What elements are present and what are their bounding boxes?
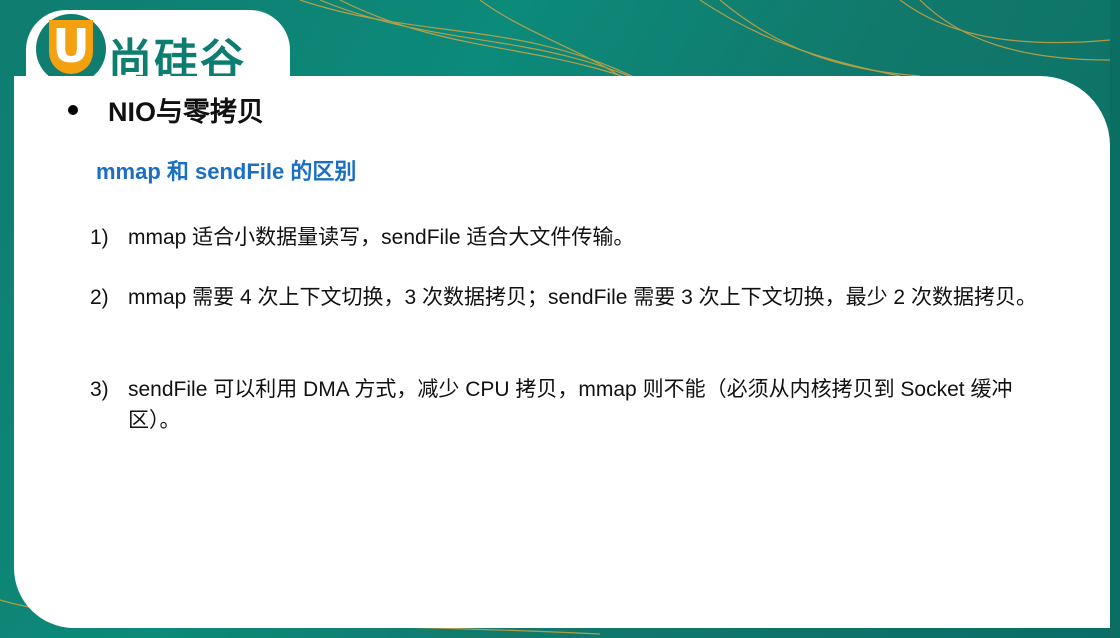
slide-heading: NIO与零拷贝: [68, 90, 264, 129]
heading-text: NIO与零拷贝: [108, 97, 265, 127]
list-item: 3) sendFile 可以利用 DMA 方式，减少 CPU 拷贝，mmap 则…: [90, 374, 1050, 436]
item-text: sendFile 可以利用 DMA 方式，减少 CPU 拷贝，mmap 则不能（…: [128, 378, 1013, 432]
item-number: 1): [90, 226, 109, 249]
subheading: mmap 和 sendFile 的区别: [96, 159, 357, 184]
item-text: mmap 适合小数据量读写，sendFile 适合大文件传输。: [128, 226, 635, 249]
item-number: 2): [90, 286, 109, 309]
list-item: 1) mmap 适合小数据量读写，sendFile 适合大文件传输。: [90, 222, 1050, 253]
bullet-icon: [68, 104, 78, 115]
list-item: 2) mmap 需要 4 次上下文切换，3 次数据拷贝；sendFile 需要 …: [90, 282, 1050, 313]
right-edge-strip: [1110, 0, 1120, 638]
item-text: mmap 需要 4 次上下文切换，3 次数据拷贝；sendFile 需要 3 次…: [128, 286, 1037, 309]
logo-mark: U: [49, 20, 93, 74]
item-number: 3): [90, 378, 109, 401]
